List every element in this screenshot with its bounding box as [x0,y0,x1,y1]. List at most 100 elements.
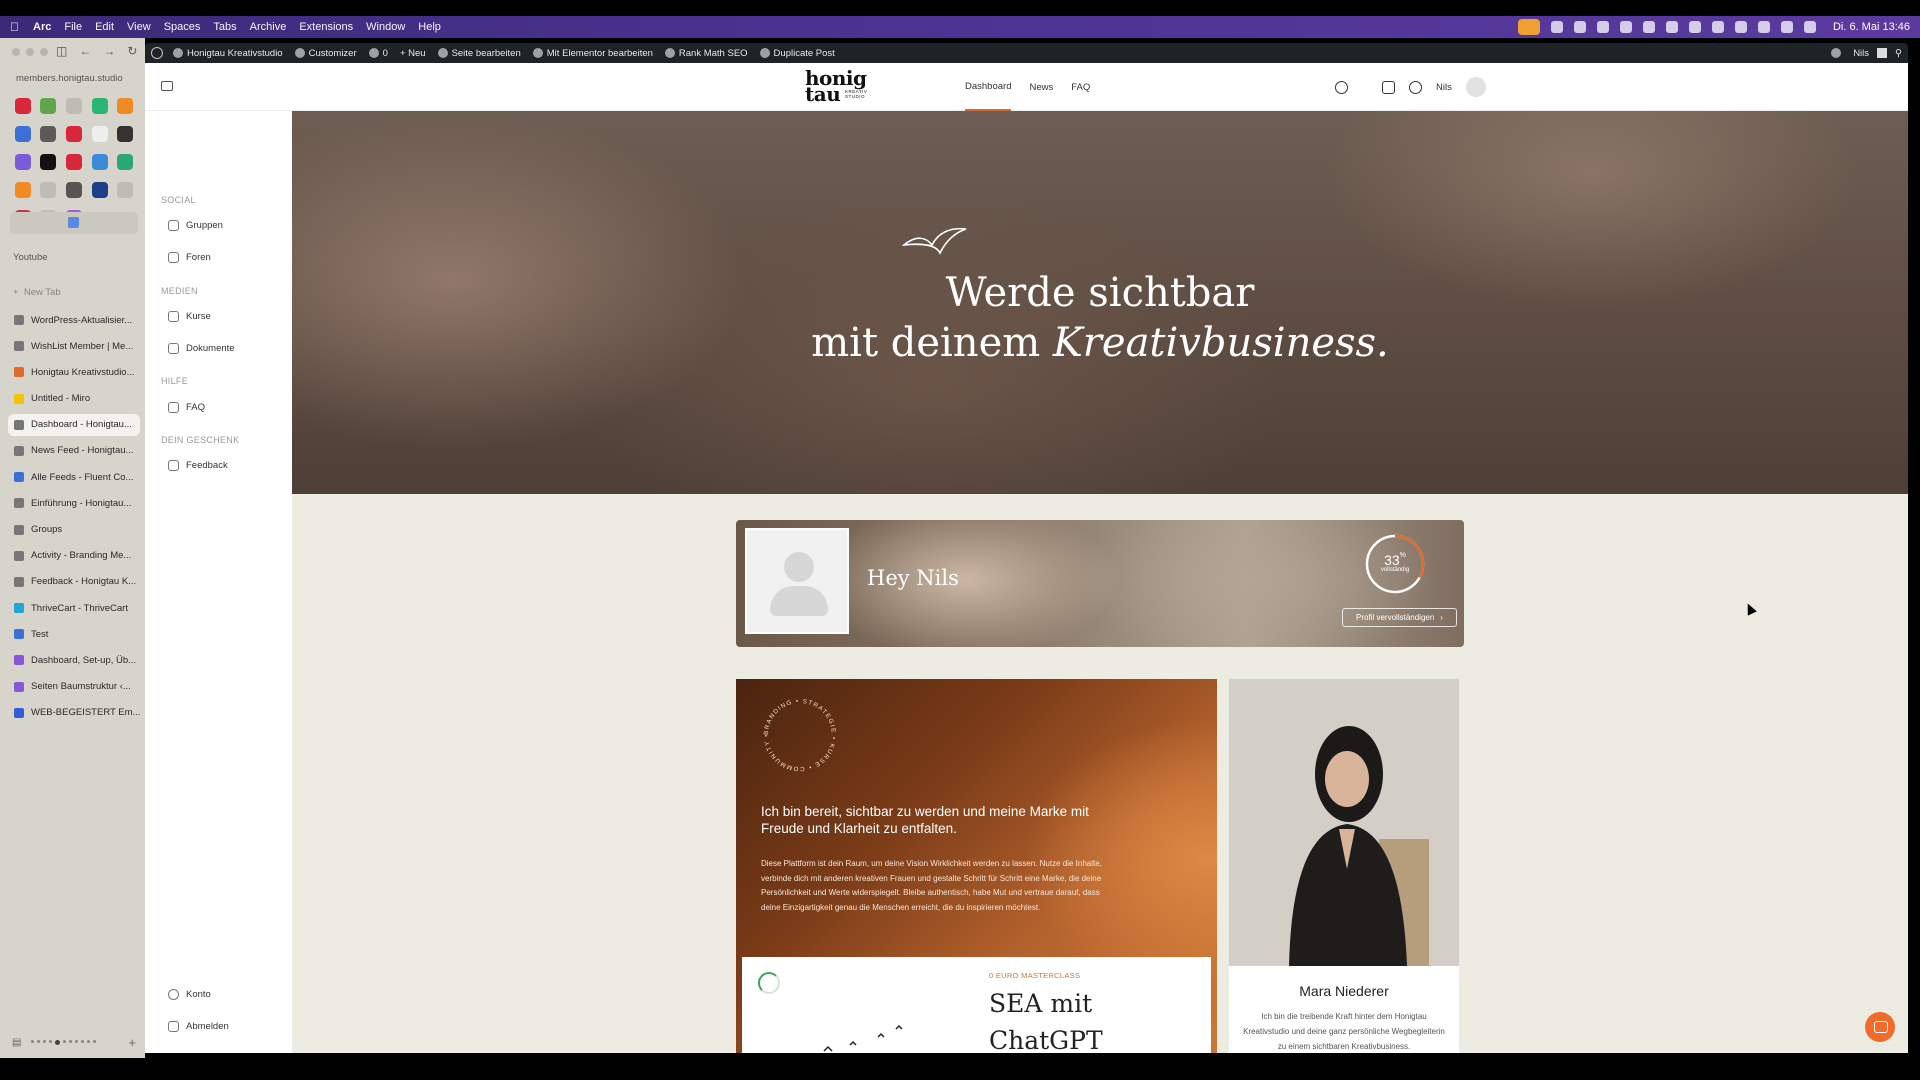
favorite-icon[interactable] [65,182,82,198]
close-window-button[interactable] [12,48,20,56]
pinned-folder[interactable] [10,212,138,234]
wp-user-label[interactable]: Nils [1853,48,1869,59]
favorite-icon[interactable] [65,126,82,142]
favorite-icon[interactable] [117,182,134,198]
search-icon[interactable] [1780,21,1793,33]
new-tab-button[interactable]: + New Tab [13,287,61,298]
browser-tab[interactable]: Alle Feeds - Fluent Co... [8,466,140,488]
favorite-icon[interactable] [40,126,57,142]
menu-archive[interactable]: Archive [250,21,287,33]
space-switcher[interactable] [31,1040,97,1045]
space-label[interactable]: Youtube [13,252,48,263]
favorite-icon[interactable] [117,154,134,170]
wordpress-logo-icon[interactable] [151,47,163,59]
favorite-icon[interactable] [14,126,31,142]
forward-arrow-icon[interactable]: → [103,44,115,58]
wp-rankmath-link[interactable]: Rank Math SEO [664,48,748,59]
favorite-icon[interactable] [91,182,108,198]
menu-extensions[interactable]: Extensions [299,21,353,33]
browser-tab[interactable]: WishList Member | Me... [8,335,140,357]
search-icon[interactable] [1335,80,1348,94]
browser-tab[interactable]: Dashboard - Honigtau... [8,413,140,436]
browser-tab[interactable]: Test [8,623,140,645]
sidebar-toggle-icon[interactable]: ◫ [56,44,67,58]
nav-link-gruppen[interactable]: Gruppen [168,220,223,231]
menu-tabs[interactable]: Tabs [213,21,236,33]
nav-link-konto[interactable]: Konto [168,989,211,1000]
browser-tab[interactable]: Seiten Baumstruktur ‹... [8,676,140,698]
wp-new-link[interactable]: + Neu [400,48,426,59]
wp-site-link[interactable]: Honigtau Kreativstudio [173,48,283,59]
status-icon[interactable] [1688,21,1701,33]
wp-duplicate-link[interactable]: Duplicate Post [759,48,835,59]
browser-tab[interactable]: WordPress-Aktualisier... [8,309,140,331]
browser-tab[interactable]: Honigtau Kreativstudio... [8,361,140,383]
profile-avatar[interactable] [745,528,849,634]
nav-news[interactable]: News [1029,63,1053,111]
menu-arc[interactable]: Arc [33,21,51,33]
wp-elementor-link[interactable]: Mit Elementor bearbeiten [532,48,653,59]
back-arrow-icon[interactable]: ← [79,44,91,58]
menubar-clock[interactable]: Di. 6. Mai 13:46 [1833,21,1910,33]
favorite-icon[interactable] [14,154,31,170]
add-space-icon[interactable]: + [128,1035,136,1050]
avatar[interactable] [1465,77,1486,97]
wifi-icon[interactable] [1757,21,1770,33]
wp-search-icon[interactable]: ⚲ [1895,48,1902,59]
favorite-icon[interactable] [65,98,82,114]
browser-tab[interactable]: Groups [8,519,140,541]
nav-link-kurse[interactable]: Kurse [168,311,211,322]
favorite-icon[interactable] [14,98,31,114]
browser-tab[interactable]: News Feed - Honigtau... [8,440,140,462]
menu-help[interactable]: Help [418,21,441,33]
nav-link-faq[interactable]: FAQ [168,402,205,413]
site-logo[interactable]: honig tau KREATIV STUDIO [805,68,875,104]
battery-icon[interactable] [1734,21,1747,33]
header-user-name[interactable]: Nils [1436,82,1452,93]
status-icon[interactable] [1550,21,1563,33]
browser-tab[interactable]: Untitled - Miro [8,388,140,410]
nav-link-dokumente[interactable]: Dokumente [168,343,235,354]
browser-tab[interactable]: ThriveCart - ThriveCart [8,597,140,619]
reload-icon[interactable]: ↻ [127,44,137,58]
status-icon[interactable] [1596,21,1609,33]
menu-view[interactable]: View [127,21,151,33]
favorite-icon[interactable] [40,182,57,198]
nav-faq[interactable]: FAQ [1071,63,1090,111]
wp-customizer-link[interactable]: Customizer [294,48,357,59]
nav-link-feedback[interactable]: Feedback [168,460,228,471]
status-icon[interactable] [1642,21,1655,33]
favorite-icon[interactable] [14,182,31,198]
favorite-icon[interactable] [65,154,82,170]
favorite-icon[interactable] [91,154,108,170]
status-icon[interactable] [1711,21,1724,33]
browser-tab[interactable]: Einführung - Honigtau... [8,492,140,514]
microphone-icon[interactable] [1517,19,1540,35]
browser-tab[interactable]: Activity - Branding Me... [8,545,140,567]
complete-profile-button[interactable]: Profil vervollständigen › [1342,608,1457,627]
chat-bubble-button[interactable] [1865,1012,1895,1042]
status-icon[interactable] [1619,21,1632,33]
minimize-window-button[interactable] [26,48,34,56]
masterclass-card[interactable]: 0 EURO MASTERCLASS SEA mit ChatGPT [742,957,1211,1053]
wp-user-avatar[interactable] [1877,48,1888,58]
url-bar[interactable]: members.honigtau.studio [10,70,138,88]
inbox-icon[interactable] [1382,80,1395,94]
maximize-window-button[interactable] [40,48,48,56]
wp-edit-page-link[interactable]: Seite bearbeiten [437,48,521,59]
wp-comments-link[interactable]: 0 [368,48,388,59]
account-icon[interactable] [1831,48,1842,58]
menu-file[interactable]: File [64,21,82,33]
nav-link-foren[interactable]: Foren [168,252,211,263]
favorite-icon[interactable] [40,154,57,170]
favorite-icon[interactable] [91,126,108,142]
library-icon[interactable]: ▤ [12,1037,21,1048]
favorite-icon[interactable] [117,98,134,114]
status-icon[interactable] [1665,21,1678,33]
menu-spaces[interactable]: Spaces [164,21,201,33]
control-center-icon[interactable] [1803,21,1816,33]
bell-icon[interactable] [1409,80,1422,94]
nav-dashboard[interactable]: Dashboard [965,63,1012,111]
browser-tab[interactable]: Dashboard, Set-up, Üb... [8,649,140,671]
browser-tab[interactable]: Feedback - Honigtau K... [8,571,140,593]
